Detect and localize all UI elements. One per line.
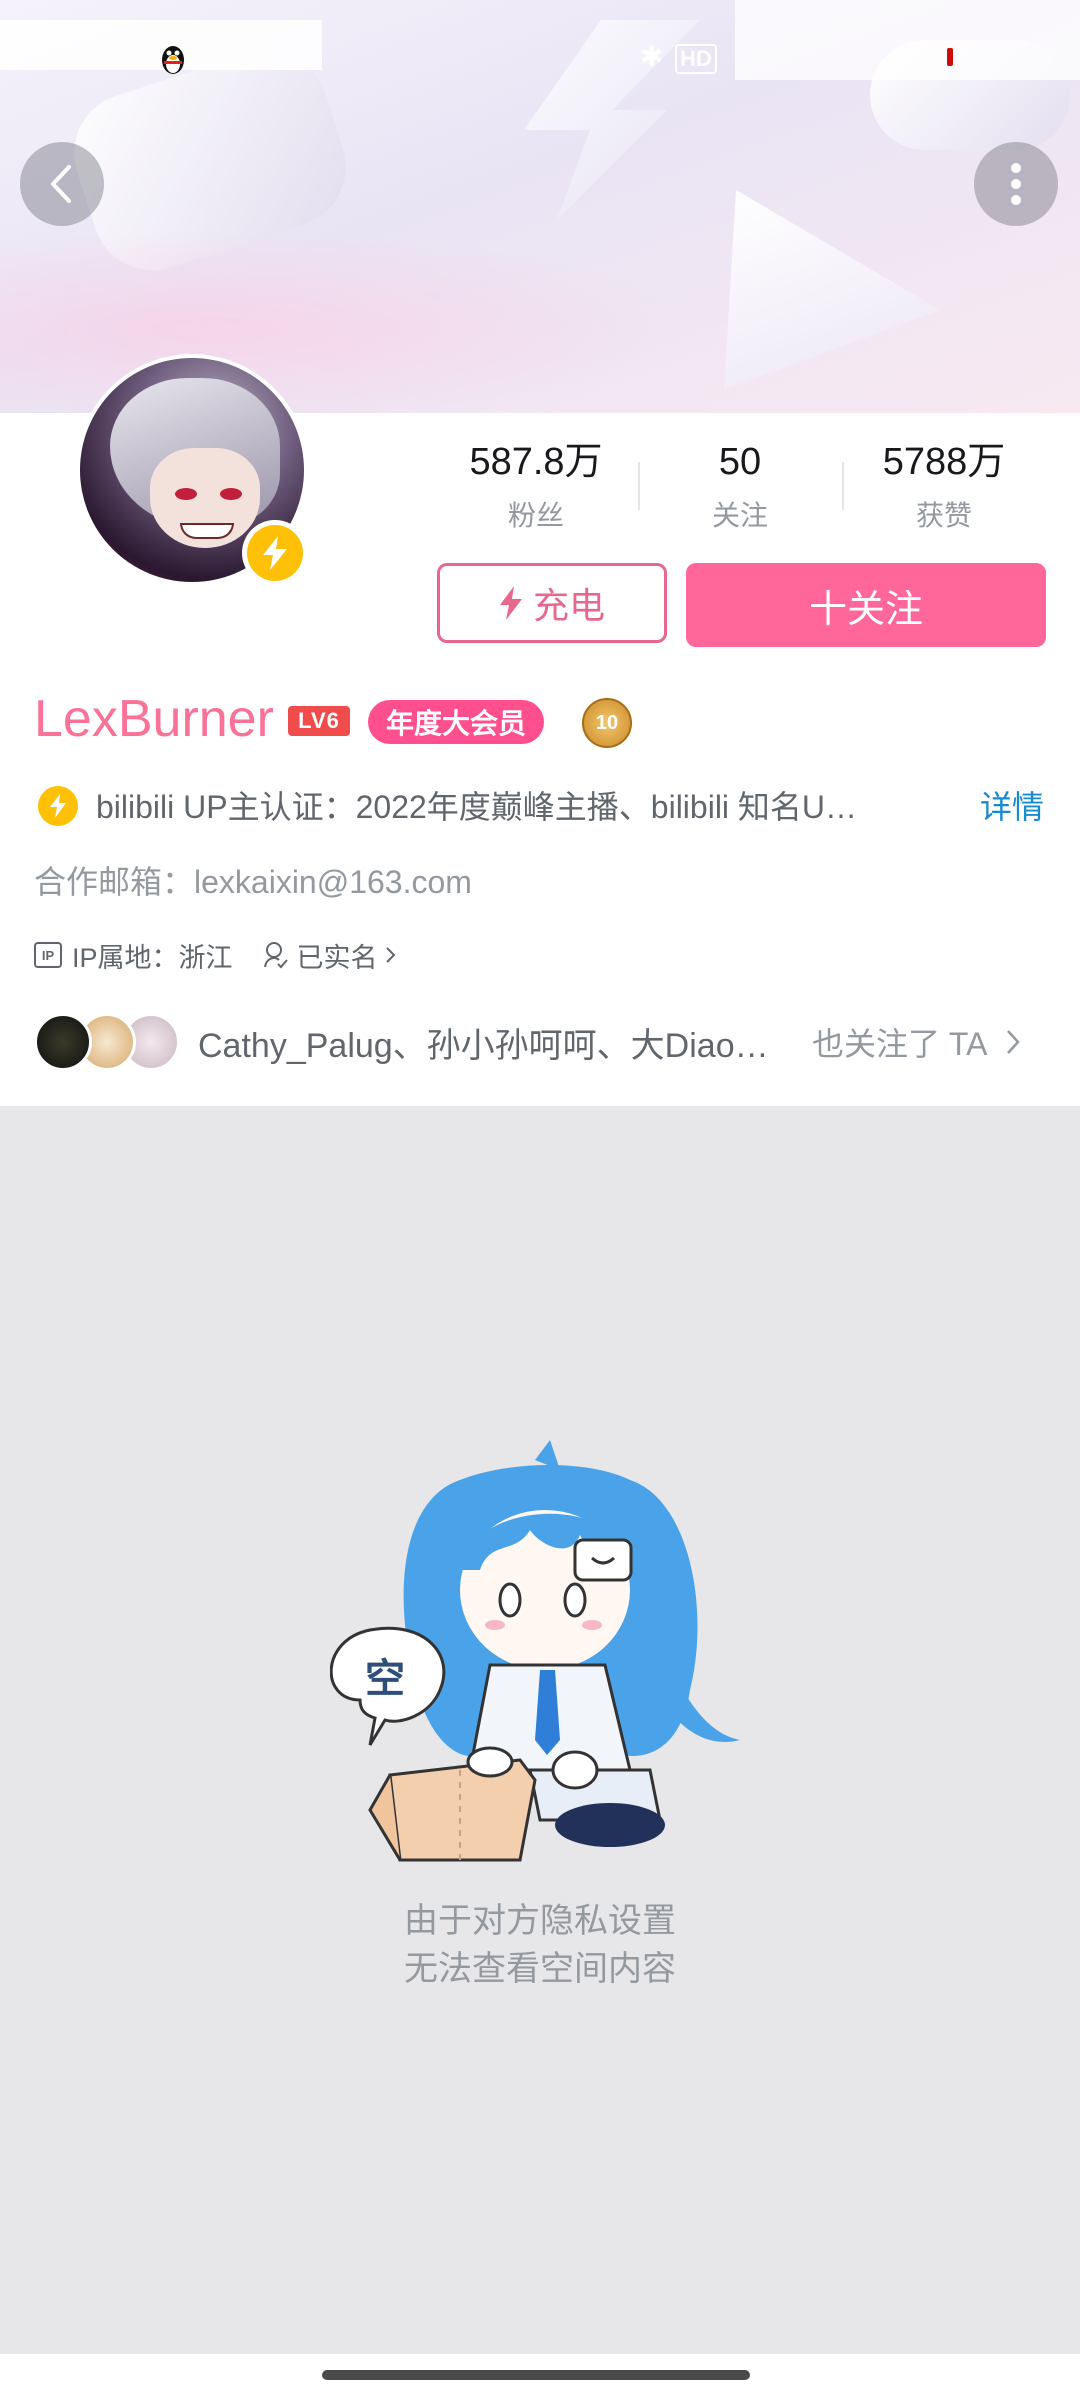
medal-badge[interactable]: 10 xyxy=(582,698,632,748)
status-bar-overlay xyxy=(735,0,1080,80)
banner-play-shape xyxy=(724,190,940,390)
stat-value: 50 xyxy=(718,441,762,483)
more-vertical-icon xyxy=(1011,163,1021,205)
status-bar: ✱ HD xyxy=(0,0,1080,110)
stat-label: 粉丝 xyxy=(507,500,564,531)
empty-state-illustration: 空 xyxy=(330,1440,740,1862)
contact-email: 合作邮箱：lexkaixin@163.com xyxy=(34,864,472,900)
lightning-icon xyxy=(263,536,287,570)
qq-notification-icon xyxy=(162,46,184,74)
chevron-right-icon xyxy=(385,947,395,963)
banner-glow xyxy=(0,230,700,413)
battery-icon xyxy=(947,48,953,66)
real-name-status[interactable]: 已实名 xyxy=(297,936,378,975)
charge-button[interactable]: 充电 xyxy=(437,563,667,643)
hd-icon: HD xyxy=(675,44,717,74)
mutual-follow-suffix: 也关注了 TA xyxy=(812,1026,988,1062)
mutual-avatar xyxy=(34,1013,92,1071)
vip-badge[interactable]: 年度大会员 xyxy=(368,700,545,744)
lightning-icon xyxy=(50,794,66,818)
verified-person-icon xyxy=(263,942,288,969)
ip-location: IP属地：浙江 xyxy=(72,942,233,973)
chevron-left-icon xyxy=(51,165,71,203)
follow-button[interactable]: 十关注 xyxy=(686,563,1046,647)
avatar-mouth xyxy=(180,523,234,539)
back-button[interactable] xyxy=(20,142,104,226)
stat-label: 获赞 xyxy=(915,500,972,531)
follow-label: 十关注 xyxy=(808,588,923,631)
charge-label: 充电 xyxy=(532,585,605,626)
certification-icon xyxy=(38,786,78,826)
avatar-eye xyxy=(220,488,242,500)
empty-message-line2: 无法查看空间内容 xyxy=(404,1950,676,1988)
detail-link[interactable]: 详情 xyxy=(980,786,1044,828)
bluetooth-icon: ✱ xyxy=(640,41,664,72)
chevron-right-icon xyxy=(1007,1030,1021,1054)
empty-message-line1: 由于对方隐私设置 xyxy=(404,1902,676,1940)
stat-fans[interactable]: 587.8万 粉丝 xyxy=(436,440,636,534)
avatar-eye xyxy=(175,488,197,500)
stat-likes[interactable]: 5788万 获赞 xyxy=(844,440,1044,534)
mutual-follower-names: Cathy_Palug、孙小孙呵呵、大Diao… xyxy=(198,1026,769,1065)
ip-info-row: IP IP属地：浙江 已实名 xyxy=(34,936,398,975)
stat-label: 关注 xyxy=(711,500,768,531)
more-options-button[interactable] xyxy=(974,142,1058,226)
level-badge: LV6 xyxy=(288,706,350,736)
username: LexBurner xyxy=(34,690,274,748)
up-verified-badge xyxy=(242,520,308,586)
stat-value: 587.8万 xyxy=(469,441,603,483)
lightning-icon xyxy=(499,586,522,620)
stat-following[interactable]: 50 关注 xyxy=(640,440,840,534)
mutual-followers-row[interactable]: Cathy_Palug、孙小孙呵呵、大Diao… 也关注了 TA xyxy=(34,1010,1044,1074)
empty-bubble-text: 空 xyxy=(365,1656,405,1702)
certification-text: bilibili UP主认证：2022年度巅峰主播、bilibili 知名U… xyxy=(96,789,858,825)
home-indicator[interactable] xyxy=(322,2370,750,2380)
stat-value: 5788万 xyxy=(882,441,1006,483)
ip-icon: IP xyxy=(34,942,62,968)
